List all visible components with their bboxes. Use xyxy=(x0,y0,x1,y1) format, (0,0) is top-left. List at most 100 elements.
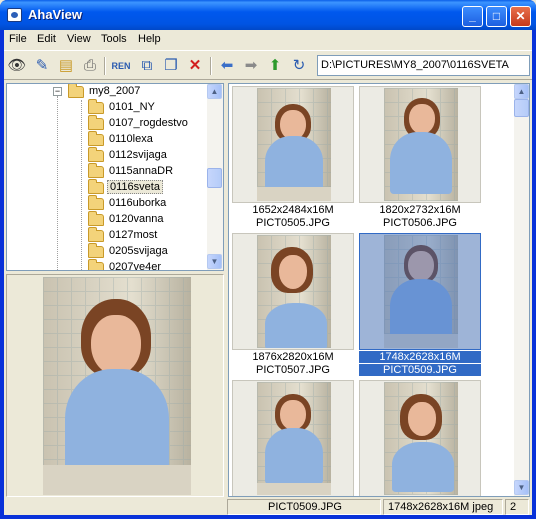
status-filename: PICT0509.JPG xyxy=(227,499,381,515)
scroll-down-icon[interactable]: ▼ xyxy=(514,480,529,495)
folder-icon xyxy=(88,195,104,210)
folder-icon xyxy=(88,115,104,130)
preview-pane xyxy=(6,274,224,497)
thumbnail-scrollbar[interactable]: ▲ ▼ xyxy=(514,84,529,496)
tree-item-label: 0112svijaga xyxy=(109,149,167,161)
tree-item-label: 0115annaDR xyxy=(109,165,174,177)
print-icon[interactable]: ⎙ xyxy=(79,55,101,77)
selection-overlay xyxy=(360,234,480,349)
thumbnail-item[interactable]: 1876x2820x16M PICT0507.JPG xyxy=(232,233,354,376)
thumbnail-filename: PICT0509.JPG xyxy=(359,364,481,376)
folder-icon xyxy=(88,147,104,162)
status-bar: PICT0509.JPG 1748x2628x16M jpeg 2 xyxy=(4,497,532,515)
tree-item-0207ve4er[interactable]: 0207ve4er xyxy=(7,259,205,270)
photo-face xyxy=(279,255,307,289)
thumbnail-dims: 1820x2732x16M xyxy=(379,204,461,216)
folder-tree[interactable]: − my8_2007 0101_NY 0107_rogdestvo 0110le… xyxy=(6,83,224,271)
thumbnail-dims: 1652x2484x16M xyxy=(252,204,334,216)
client-area: File Edit View Tools Help 👁 ✎ ▤ ⎙ REN ⧉ … xyxy=(4,30,532,515)
thumbnail-item[interactable]: 1820x2732x16M PICT0506.JPG xyxy=(359,86,481,229)
eye-icon[interactable]: 👁 xyxy=(6,55,28,77)
status-info: 1748x2628x16M jpeg xyxy=(383,499,503,515)
forward-arrow-icon[interactable]: ➡ xyxy=(240,55,262,77)
tree-item-0116uborka[interactable]: 0116uborka xyxy=(7,195,205,212)
tree-item-0205svijaga[interactable]: 0205svijaga xyxy=(7,243,205,260)
folder-icon xyxy=(88,227,104,242)
tree-item-0101_NY[interactable]: 0101_NY xyxy=(7,99,205,116)
toolbar-separator xyxy=(210,57,212,75)
tree-item-label-selected: 0116sveta xyxy=(107,180,163,194)
tree-item-0112svijaga[interactable]: 0112svijaga xyxy=(7,147,205,164)
move-icon[interactable]: ⧉ xyxy=(136,55,158,77)
minimize-button[interactable]: _ xyxy=(462,6,483,27)
photo-face xyxy=(91,315,141,375)
tree-item-0120vanna[interactable]: 0120vanna xyxy=(7,211,205,228)
tree-scrollbar[interactable]: ▲ ▼ xyxy=(207,84,223,270)
title-bar[interactable]: AhaView _ □ ✕ xyxy=(0,0,536,30)
tree-item-label: 0116uborka xyxy=(109,197,167,209)
photo-face xyxy=(280,400,306,430)
path-field[interactable]: D:\PICTURES\MY8_2007\0116SVETA xyxy=(317,55,530,76)
scroll-up-icon[interactable]: ▲ xyxy=(207,84,222,99)
tree-item-0107_rogdestvo[interactable]: 0107_rogdestvo xyxy=(7,115,205,132)
scroll-down-icon[interactable]: ▼ xyxy=(207,254,222,269)
tree-item-label: 0127most xyxy=(109,229,158,241)
preview-image xyxy=(43,277,191,495)
thumbnail-dims: 1876x2820x16M xyxy=(252,351,334,363)
tree-item-0116sveta[interactable]: 0116sveta xyxy=(7,179,205,196)
thumbnail-image xyxy=(257,235,331,348)
folder-icon xyxy=(88,163,104,178)
thumbnail-image xyxy=(257,382,331,495)
folder-icon xyxy=(88,131,104,146)
scroll-up-icon[interactable]: ▲ xyxy=(514,84,529,99)
folder-icon xyxy=(88,243,104,258)
tree-item-0127most[interactable]: 0127most xyxy=(7,227,205,244)
thumbnail-grid[interactable]: 1652x2484x16M PICT0505.JPG 1820x2732x16M… xyxy=(228,83,530,497)
thumbnail-filename: PICT0506.JPG xyxy=(383,217,457,229)
tree-item-label: 0205svijaga xyxy=(109,245,168,257)
menu-help[interactable]: Help xyxy=(138,33,161,45)
up-folder-icon[interactable]: ⬆ xyxy=(264,55,286,77)
photo-table xyxy=(257,187,331,201)
close-button[interactable]: ✕ xyxy=(510,6,531,27)
menu-view[interactable]: View xyxy=(67,33,91,45)
app-icon[interactable] xyxy=(7,8,22,22)
toolbar: 👁 ✎ ▤ ⎙ REN ⧉ ❐ ✕ ⬅ ➡ ⬆ ↻ D:\PICTURES\MY… xyxy=(4,50,532,80)
maximize-button[interactable]: □ xyxy=(486,6,507,27)
tree-item-my8_2007[interactable]: − my8_2007 xyxy=(7,84,205,100)
photo-body xyxy=(392,442,454,492)
rename-icon[interactable]: REN xyxy=(110,55,132,77)
folder-properties-icon[interactable]: ▤ xyxy=(55,55,77,77)
status-extra: 2 xyxy=(505,499,529,515)
scroll-thumb[interactable] xyxy=(207,168,222,188)
tree-item-label: 0107_rogdestvo xyxy=(109,117,188,129)
folder-icon xyxy=(88,259,104,270)
tree-item-0110lexa[interactable]: 0110lexa xyxy=(7,131,205,148)
window-title: AhaView xyxy=(28,7,82,22)
collapse-toggle[interactable]: − xyxy=(53,87,62,96)
menu-edit[interactable]: Edit xyxy=(37,33,56,45)
delete-icon[interactable]: ✕ xyxy=(184,55,206,77)
menu-file[interactable]: File xyxy=(9,33,27,45)
pen-icon[interactable]: ✎ xyxy=(31,55,53,77)
thumbnail-item[interactable] xyxy=(232,380,354,496)
photo-body xyxy=(265,303,327,348)
photo-body xyxy=(265,136,323,192)
menu-tools[interactable]: Tools xyxy=(101,33,127,45)
thumbnail-item[interactable]: 1652x2484x16M PICT0505.JPG xyxy=(232,86,354,229)
thumbnail-image xyxy=(384,88,458,201)
tree-item-0115annaDR[interactable]: 0115annaDR xyxy=(7,163,205,180)
photo-face xyxy=(409,104,435,134)
scroll-thumb[interactable] xyxy=(514,99,529,117)
photo-table xyxy=(43,465,191,495)
copy-icon[interactable]: ❐ xyxy=(160,55,182,77)
thumbnail-image xyxy=(384,382,458,495)
refresh-icon[interactable]: ↻ xyxy=(288,55,310,77)
tree-item-label: my8_2007 xyxy=(89,85,141,97)
thumbnail-item-selected[interactable]: 1748x2628x16M PICT0509.JPG xyxy=(359,233,481,376)
folder-icon xyxy=(88,179,104,194)
thumbnail-item[interactable] xyxy=(359,380,481,496)
folder-icon xyxy=(88,99,104,114)
back-arrow-icon[interactable]: ⬅ xyxy=(216,55,238,77)
photo-body xyxy=(390,132,452,194)
